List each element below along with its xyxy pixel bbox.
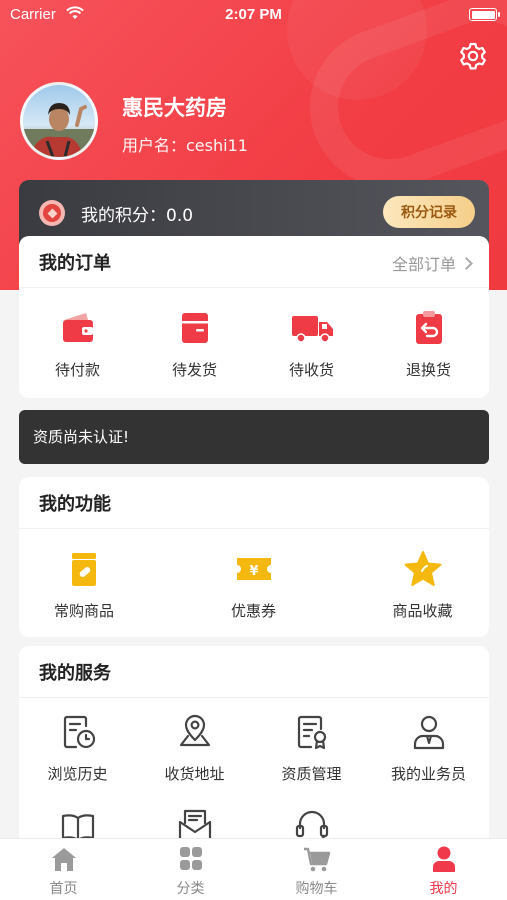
points-card: 我的积分：0.0 积分记录 (19, 180, 489, 244)
services-title: 我的服务 (39, 663, 111, 684)
username-label: 用户名：ceshi11 (122, 136, 248, 155)
cart-icon (302, 845, 332, 873)
function-item-frequent[interactable]: 常购商品 (29, 549, 139, 621)
coupon-icon: ¥ (234, 549, 274, 589)
points-record-button[interactable]: 积分记录 (383, 196, 475, 228)
category-icon (176, 845, 206, 873)
medicine-box-icon (64, 549, 104, 589)
service-item-label: 我的业务员 (390, 765, 466, 783)
location-icon (175, 712, 215, 752)
orders-card: 我的订单 全部订单 待付款 待发货 待收货 退换货 (19, 236, 489, 398)
points-coin-icon (39, 200, 65, 226)
tab-label: 我的 (429, 881, 458, 897)
certification-notice[interactable]: 资质尚未认证! (19, 410, 489, 464)
order-item-pending-receipt[interactable]: 待收货 (253, 308, 370, 380)
service-item-label: 浏览历史 (47, 765, 108, 783)
divider (19, 528, 489, 529)
all-orders-link[interactable]: 全部订单 (391, 251, 473, 275)
tab-mine[interactable]: 我的 (380, 845, 507, 898)
star-icon (403, 549, 443, 589)
history-icon (58, 712, 98, 752)
service-item-certification[interactable]: 资质管理 (253, 712, 370, 784)
bottom-tab-bar: 首页 分类 购物车 我的 (0, 838, 507, 900)
order-item-label: 待发货 (171, 361, 217, 379)
settings-gear-icon[interactable] (457, 40, 489, 72)
function-item-coupons[interactable]: ¥ 优惠券 (195, 549, 312, 621)
services-card: 我的服务 浏览历史 收货地址 资质管理 我的业务员 (19, 646, 489, 846)
user-icon (429, 845, 459, 873)
clock: 2:07 PM (225, 6, 282, 23)
function-item-label: 优惠券 (230, 602, 276, 620)
orders-title: 我的订单 (39, 253, 111, 274)
order-item-label: 退换货 (405, 361, 451, 379)
function-item-label: 商品收藏 (392, 602, 453, 620)
certificate-icon (292, 712, 332, 752)
status-bar: Carrier 2:07 PM (0, 0, 507, 30)
tab-cart[interactable]: 购物车 (253, 845, 380, 898)
service-item-label: 收货地址 (164, 765, 225, 783)
function-item-favorites[interactable]: 商品收藏 (364, 549, 481, 621)
store-name: 惠民大药房 (122, 96, 227, 120)
all-orders-label: 全部订单 (391, 255, 456, 274)
svg-text:¥: ¥ (249, 564, 258, 579)
delivery-truck-icon (289, 308, 335, 348)
order-item-returns[interactable]: 退换货 (370, 308, 487, 380)
order-item-label: 待付款 (54, 361, 100, 379)
chevron-right-icon (460, 257, 473, 270)
service-item-label: 资质管理 (281, 765, 342, 783)
wallet-icon (58, 308, 98, 348)
order-item-label: 待收货 (288, 361, 334, 379)
points-label: 我的积分：0.0 (81, 206, 194, 226)
home-icon (49, 845, 79, 873)
battery-icon (469, 8, 500, 21)
tab-label: 购物车 (295, 881, 338, 897)
order-item-pending-shipment[interactable]: 待发货 (136, 308, 253, 380)
function-item-label: 常购商品 (53, 602, 114, 620)
salesperson-icon (409, 712, 449, 752)
divider (19, 697, 489, 698)
service-item-salesperson[interactable]: 我的业务员 (370, 712, 487, 784)
tab-label: 首页 (49, 881, 78, 897)
order-item-pending-payment[interactable]: 待付款 (19, 308, 136, 380)
functions-title: 我的功能 (39, 494, 111, 515)
tab-home[interactable]: 首页 (0, 845, 127, 898)
tab-label: 分类 (176, 881, 205, 897)
shipping-box-icon (175, 308, 215, 348)
avatar[interactable] (20, 82, 98, 160)
tab-category[interactable]: 分类 (127, 845, 254, 898)
return-clipboard-icon (409, 308, 449, 348)
functions-card: 我的功能 常购商品 ¥ 优惠券 商品收藏 (19, 477, 489, 637)
service-item-address[interactable]: 收货地址 (136, 712, 253, 784)
divider (19, 287, 489, 288)
service-item-history[interactable]: 浏览历史 (19, 712, 136, 784)
